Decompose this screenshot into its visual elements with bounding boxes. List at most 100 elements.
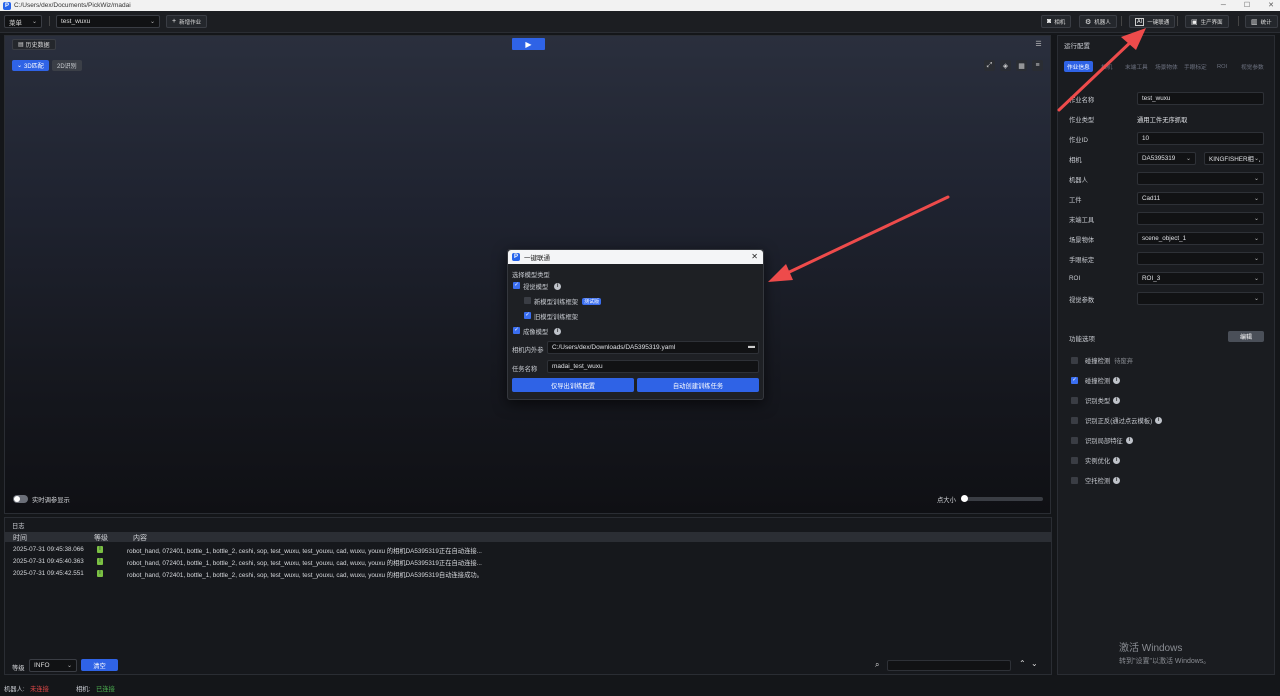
log-row[interactable]: 2025-07-31 09:45:42.551 I robot_hand, 07… xyxy=(5,570,1051,582)
vision-params-select[interactable]: ⌄ xyxy=(1137,292,1264,305)
instance-optimize-checkbox[interactable] xyxy=(1071,457,1078,464)
chevron-down-icon: ⌄ xyxy=(1185,156,1191,162)
hand-eye-select[interactable]: ⌄ xyxy=(1137,252,1264,265)
info-icon[interactable]: i xyxy=(554,328,562,335)
log-row[interactable]: 2025-07-31 09:45:38.066 I robot_hand, 07… xyxy=(5,546,1051,558)
fit-view-icon[interactable]: ⤢ xyxy=(984,60,995,71)
info-icon[interactable]: i xyxy=(554,283,562,290)
imaging-model-checkbox[interactable]: ✓ xyxy=(513,327,520,334)
tab-3d-match[interactable]: ⌄ 3D匹配 xyxy=(12,60,49,71)
tab-roi[interactable]: ROI xyxy=(1214,61,1230,72)
recognize-front-back-checkbox[interactable] xyxy=(1071,417,1078,424)
empty-pallet-detect-checkbox[interactable] xyxy=(1071,477,1078,484)
export-config-button[interactable]: 仅导出训练配置 xyxy=(512,378,634,392)
info-icon[interactable]: i xyxy=(1155,417,1163,424)
tab-vision-params[interactable]: 视觉参数 xyxy=(1238,61,1267,72)
minimize-icon[interactable]: ─ xyxy=(1221,0,1226,11)
job-name-input[interactable]: test_wuxu xyxy=(1137,92,1264,105)
info-level-badge: I xyxy=(97,558,103,565)
close-icon[interactable]: ✕ xyxy=(751,252,758,261)
recognize-local-feature-checkbox[interactable] xyxy=(1071,437,1078,444)
collision-detect-checkbox[interactable]: ✓ xyxy=(1071,377,1078,384)
clear-log-button[interactable]: 清空 xyxy=(81,659,118,671)
end-tool-select[interactable]: ⌄ xyxy=(1137,212,1264,225)
info-icon[interactable]: i xyxy=(1113,377,1121,384)
camera-status-value: 已连接 xyxy=(96,686,115,693)
vision-model-checkbox[interactable]: ✓ xyxy=(513,282,520,289)
chevron-down-icon: ⌄ xyxy=(66,663,72,669)
robot-select[interactable]: ⌄ xyxy=(1137,172,1264,185)
close-icon[interactable]: ✕ xyxy=(1268,0,1274,11)
point-size-slider[interactable] xyxy=(961,495,1043,502)
window-path: C:/Users/dex/Documents/PickWiz/madai xyxy=(14,2,131,9)
chevron-down-icon[interactable]: ⌄ xyxy=(1031,659,1038,668)
folder-icon[interactable]: ▬ xyxy=(748,343,755,350)
chevron-up-icon[interactable]: ⌃ xyxy=(1019,659,1026,668)
workpiece-select[interactable]: Cad11 ⌄ xyxy=(1137,192,1264,205)
recognize-type-checkbox[interactable] xyxy=(1071,397,1078,404)
tab-hand-eye[interactable]: 手眼标定 xyxy=(1181,61,1210,72)
info-level-badge: I xyxy=(97,570,103,577)
new-framework-label: 新模型训练框架 xyxy=(534,299,579,306)
tab-end-tool[interactable]: 末端工具 xyxy=(1122,61,1151,72)
old-framework-checkbox[interactable]: ✓ xyxy=(524,312,531,319)
slider-handle[interactable] xyxy=(961,495,968,502)
maximize-icon[interactable]: ☐ xyxy=(1244,0,1250,11)
info-icon[interactable]: i xyxy=(1125,437,1133,444)
scene-object-select[interactable]: scene_object_1 ⌄ xyxy=(1137,232,1264,245)
search-icon[interactable]: ⌕ xyxy=(875,660,879,670)
option-label: 识别正反(通过点云模板) i xyxy=(1085,416,1163,425)
play-button[interactable]: ▶ xyxy=(512,38,545,50)
menu-dropdown[interactable]: 菜单 ⌄ xyxy=(4,15,42,28)
menu-icon[interactable]: ≡ xyxy=(1032,60,1043,71)
level-filter-select[interactable]: INFO ⌄ xyxy=(29,659,77,672)
tab-scene-object[interactable]: 场景物体 xyxy=(1152,61,1181,72)
history-data-button[interactable]: ▤ 历史数据 xyxy=(12,39,56,50)
info-icon[interactable]: i xyxy=(1113,477,1121,484)
collision-detect-deprecated-checkbox[interactable] xyxy=(1071,357,1078,364)
settings-list-icon[interactable]: ☰ xyxy=(1033,38,1044,49)
camera-select[interactable]: DA5395319 ⌄ xyxy=(1137,152,1196,165)
camera-button[interactable]: ◙ 相机 xyxy=(1041,15,1072,28)
dialog-title-bar: P 一键联通 ✕ xyxy=(508,250,763,264)
workpiece-label: 工件 xyxy=(1069,197,1082,204)
camera-params-input[interactable]: C:/Users/dex/Downloads/DA5395319.yaml ▬ xyxy=(547,341,759,354)
info-icon[interactable]: i xyxy=(1113,457,1121,464)
new-job-button[interactable]: + 新增作业 xyxy=(166,15,208,28)
robot-button[interactable]: ⚙ 机器人 xyxy=(1079,15,1117,28)
robot-label: 机器人 xyxy=(1069,177,1088,184)
roi-select[interactable]: ROI_3 ⌄ xyxy=(1137,272,1264,285)
log-search-input[interactable] xyxy=(887,660,1011,671)
production-view-button[interactable]: ▣ 生产界面 xyxy=(1185,15,1229,28)
chevron-down-icon: ⌄ xyxy=(1253,216,1259,222)
chevron-down-icon: ⌄ xyxy=(1253,296,1259,302)
job-id-input[interactable]: 10 xyxy=(1137,132,1264,145)
new-framework-checkbox[interactable] xyxy=(524,297,531,304)
option-label: 碰撞检测 i xyxy=(1085,376,1121,385)
tab-camera[interactable]: 相机 xyxy=(1098,61,1115,72)
dialog-title: 一键联通 xyxy=(524,255,550,262)
scene-object-label: 场景物体 xyxy=(1069,237,1095,244)
old-framework-label: 旧模型训练框架 xyxy=(534,314,579,321)
job-select[interactable]: test_wuxu ⌄ xyxy=(56,15,160,28)
layers-icon[interactable]: ▦ xyxy=(1016,60,1027,71)
top-toolbar: 菜单 ⌄ test_wuxu ⌄ + 新增作业 ◙ 相机 ⚙ 机器人 AI 一键联通 ▣ 生产… xyxy=(0,11,1280,33)
tab-job-info[interactable]: 作业信息 xyxy=(1064,61,1093,72)
stats-button[interactable]: ▥ 统计 xyxy=(1245,15,1278,28)
view-cube-icon[interactable]: ◈ xyxy=(1000,60,1011,71)
edit-button[interactable]: 编辑 xyxy=(1228,331,1264,342)
task-name-input[interactable]: madai_test_wuxu xyxy=(547,360,759,373)
ai-icon: AI xyxy=(1135,17,1145,26)
info-icon[interactable]: i xyxy=(1113,397,1121,404)
beta-badge: 测试版 xyxy=(582,298,602,305)
bar-chart-icon: ▥ xyxy=(1251,18,1258,26)
tab-2d-recognition[interactable]: 2D识别 xyxy=(52,60,82,71)
job-name-label: 作业名称 xyxy=(1069,97,1095,104)
one-click-connect-button[interactable]: AI 一键联通 xyxy=(1129,15,1176,28)
monitor-icon: ▣ xyxy=(1191,18,1198,26)
run-config-panel: 运行配置 作业信息 相机 末端工具 场景物体 手眼标定 ROI 视觉参数 作业名… xyxy=(1057,35,1275,675)
camera-model-select[interactable]: KINGFISHER相机 ⌄ xyxy=(1204,152,1264,165)
realtime-toggle[interactable] xyxy=(13,495,28,503)
log-row[interactable]: 2025-07-31 09:45:40.363 I robot_hand, 07… xyxy=(5,558,1051,570)
auto-create-task-button[interactable]: 自动创建训练任务 xyxy=(637,378,759,392)
